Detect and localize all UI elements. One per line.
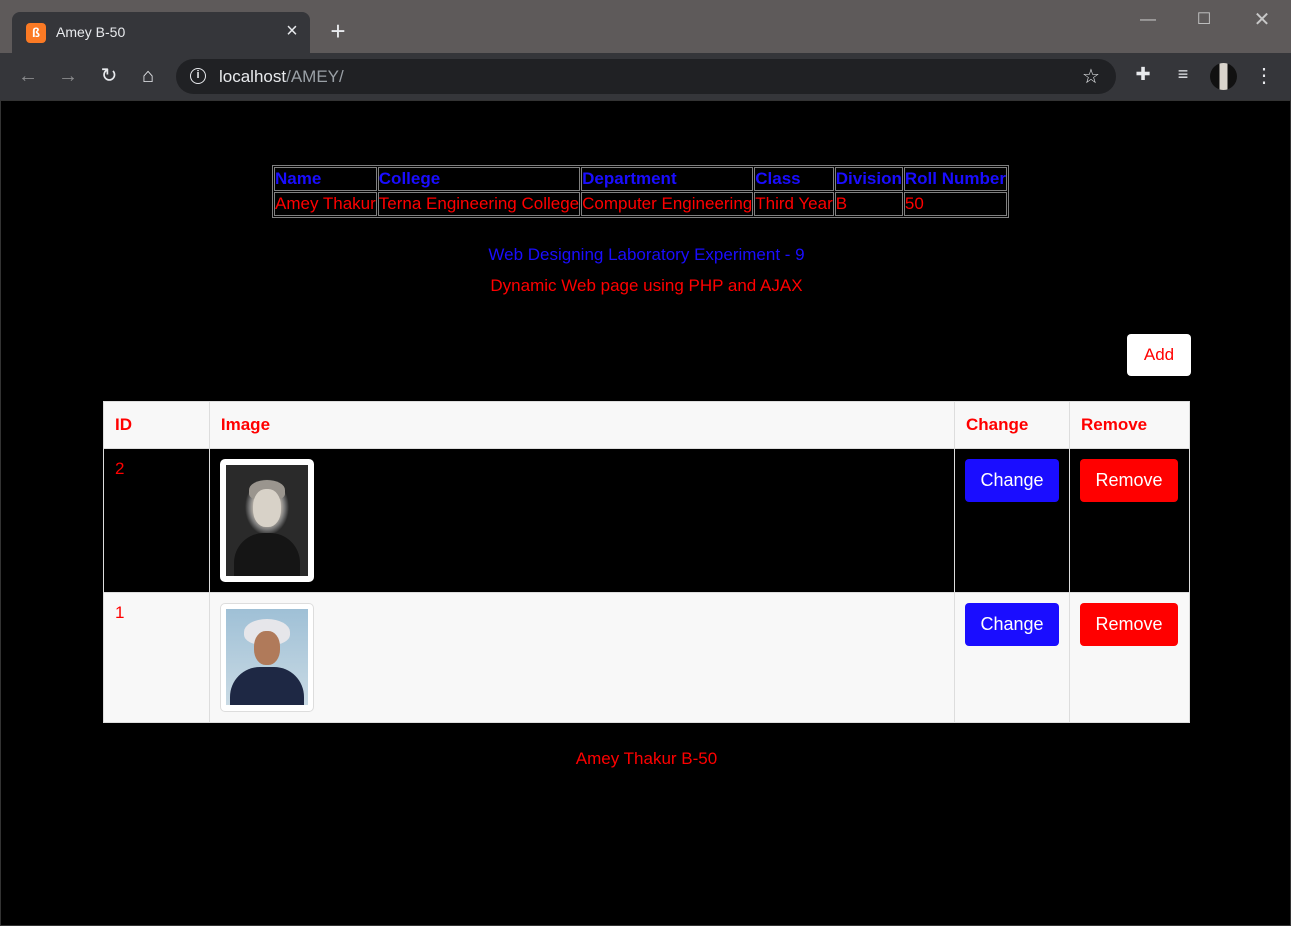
info-department: Computer Engineering <box>581 192 754 216</box>
minimize-icon[interactable]: — <box>1136 8 1160 32</box>
change-cell: Change <box>953 592 1070 723</box>
info-division: B <box>834 192 903 216</box>
forward-arrow-icon[interactable]: → <box>55 63 81 89</box>
reload-icon[interactable]: ↻ <box>96 63 122 89</box>
info-class: Third Year <box>754 192 834 216</box>
info-name: Amey Thakur <box>274 192 377 216</box>
info-icon[interactable]: i <box>190 68 206 84</box>
maximize-icon[interactable]: ☐ <box>1192 8 1216 32</box>
image-thumbnail <box>219 603 314 712</box>
page-content: Name College Department Class Division R… <box>0 100 1291 926</box>
back-arrow-icon[interactable]: ← <box>15 63 41 89</box>
footer-text: Amey Thakur B-50 <box>575 749 718 768</box>
url-host: localhost <box>219 67 287 86</box>
info-header-department: Department <box>581 167 754 191</box>
info-header-class: Class <box>754 167 834 191</box>
xampp-favicon-icon: ß <box>26 23 46 43</box>
info-header-row: Name College Department Class Division R… <box>274 167 1007 191</box>
info-data-row: Amey Thakur Terna Engineering College Co… <box>274 192 1007 216</box>
image-cell <box>208 592 955 723</box>
info-header-college: College <box>377 167 581 191</box>
url-text[interactable]: localhost/AMEY/ <box>219 67 344 87</box>
image-cell <box>208 448 955 593</box>
table-row: 2 Change Remove <box>103 448 1191 593</box>
tab-title: Amey B-50 <box>56 24 126 40</box>
extensions-puzzle-icon[interactable]: ✚ <box>1132 64 1154 85</box>
add-button[interactable]: Add <box>1127 334 1191 376</box>
new-tab-icon[interactable]: + <box>326 18 350 44</box>
tab-strip: ß Amey B-50 × + — ☐ ✕ <box>0 0 1291 53</box>
remove-button[interactable]: Remove <box>1079 459 1178 502</box>
info-header-roll: Roll Number <box>903 167 1007 191</box>
bookmark-star-icon[interactable]: ☆ <box>1082 64 1100 89</box>
change-button[interactable]: Change <box>964 603 1059 646</box>
header-id: ID <box>103 401 210 449</box>
row-id: 1 <box>103 592 210 723</box>
browser-tab[interactable]: ß Amey B-50 × <box>12 12 310 53</box>
change-cell: Change <box>953 448 1070 593</box>
remove-cell: Remove <box>1068 592 1191 723</box>
info-header-name: Name <box>274 167 377 191</box>
portrait-photo <box>225 465 308 576</box>
header-image: Image <box>208 401 955 449</box>
row-id: 2 <box>103 448 210 593</box>
change-button[interactable]: Change <box>964 459 1059 502</box>
image-thumbnail <box>219 459 314 582</box>
info-college: Terna Engineering College <box>377 192 581 216</box>
experiment-title: Web Designing Laboratory Experiment - 9 <box>488 245 805 264</box>
home-icon[interactable]: ⌂ <box>135 63 161 89</box>
kebab-menu-icon[interactable]: ⋮ <box>1254 63 1274 88</box>
remove-button[interactable]: Remove <box>1079 603 1178 646</box>
header-change: Change <box>953 401 1070 449</box>
url-path: /AMEY/ <box>286 67 344 86</box>
media-playlist-icon[interactable]: ≡ <box>1172 64 1194 85</box>
window-close-icon[interactable]: ✕ <box>1250 8 1274 32</box>
experiment-subtitle: Dynamic Web page using PHP and AJAX <box>490 276 803 295</box>
browser-toolbar: ← → ↻ ⌂ i localhost/AMEY/ ☆ ✚ ≡ ⋮ <box>0 53 1291 100</box>
info-roll: 50 <box>903 192 1007 216</box>
remove-cell: Remove <box>1068 448 1191 593</box>
address-bar[interactable]: i localhost/AMEY/ ☆ <box>176 59 1116 94</box>
table-row: 1 Change Remove <box>103 592 1191 723</box>
portrait-photo <box>225 609 308 705</box>
info-header-division: Division <box>834 167 903 191</box>
images-header-row: ID Image Change Remove <box>103 401 1191 449</box>
header-remove: Remove <box>1068 401 1191 449</box>
student-info-table: Name College Department Class Division R… <box>272 165 1009 218</box>
profile-avatar[interactable] <box>1210 63 1237 90</box>
images-table: ID Image Change Remove 2 Change Remove 1 <box>103 401 1191 723</box>
tab-close-icon[interactable]: × <box>282 20 302 42</box>
